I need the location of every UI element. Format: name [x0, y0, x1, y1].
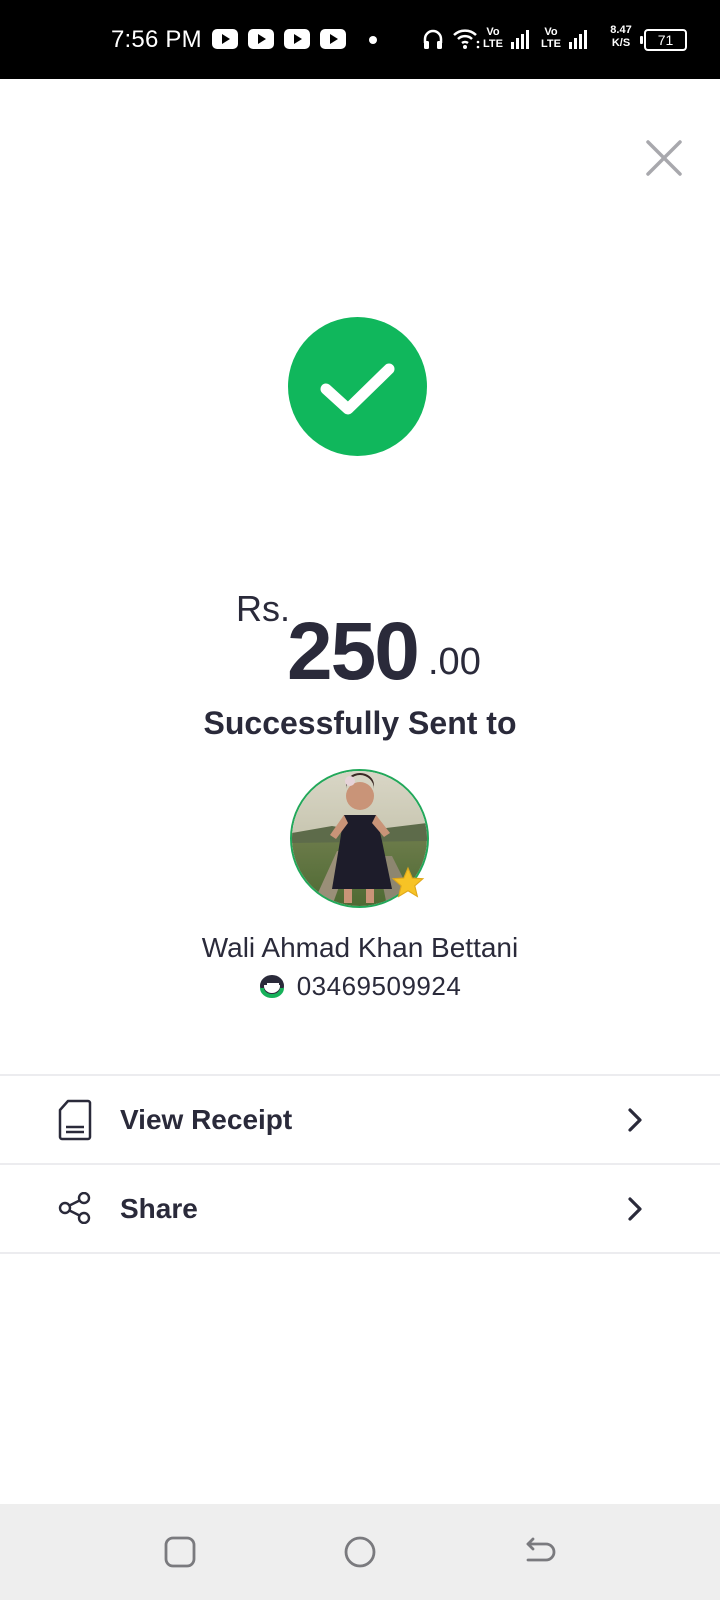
status-bar: 7:56 PM Vo LTE Vo LTE 8.47 K/S 71 — [0, 0, 720, 79]
back-icon[interactable] — [520, 1532, 560, 1572]
volte-label: Vo LTE — [541, 26, 561, 50]
more-notifications-dot-icon — [369, 36, 377, 44]
youtube-notification-icon — [212, 29, 238, 49]
wifi-icon — [453, 29, 480, 49]
amount-decimal: .00 — [428, 641, 481, 683]
youtube-notification-icon — [248, 29, 274, 49]
star-icon — [391, 866, 425, 898]
youtube-notification-icon — [320, 29, 346, 49]
amount-whole: 250 — [287, 606, 420, 697]
signal-icon — [511, 30, 529, 49]
share-label: Share — [120, 1193, 198, 1224]
network-speed-value: 8.47 — [610, 24, 632, 36]
close-icon[interactable] — [642, 136, 686, 180]
amount-currency: Rs. — [236, 588, 290, 629]
chevron-right-icon — [628, 1197, 642, 1221]
share-icon — [58, 1192, 91, 1224]
network-speed-unit: K/S — [611, 37, 631, 49]
recipient-phone-row: 03469509924 — [0, 968, 720, 1004]
easypaisa-logo-icon — [259, 975, 284, 998]
headset-icon — [423, 29, 443, 49]
transaction-success-screen: 7:56 PM Vo LTE Vo LTE 8.47 K/S 71 Rs. 25… — [0, 0, 720, 1600]
volte-label: Vo LTE — [483, 26, 503, 50]
battery-icon: 71 — [640, 29, 687, 51]
status-time: 7:56 PM — [111, 26, 202, 53]
divider — [0, 1252, 720, 1254]
receipt-icon — [58, 1099, 92, 1141]
chevron-right-icon — [628, 1108, 642, 1132]
sent-to-label: Successfully Sent to — [203, 705, 517, 741]
success-indicator — [288, 317, 427, 456]
system-navigation-bar — [0, 1504, 720, 1600]
view-receipt-label: View Receipt — [120, 1104, 293, 1135]
amount-display: Rs. 250 .00 — [0, 580, 720, 697]
share-button[interactable]: Share — [0, 1165, 720, 1251]
signal-icon — [569, 30, 587, 49]
recipient-name: Wali Ahmad Khan Bettani — [201, 932, 519, 963]
network-speed: 8.47 K/S — [606, 24, 636, 50]
view-receipt-button[interactable]: View Receipt — [0, 1076, 720, 1162]
home-icon[interactable] — [340, 1532, 380, 1572]
checkmark-icon — [320, 363, 395, 415]
youtube-notification-icon — [284, 29, 310, 49]
recents-icon[interactable] — [160, 1532, 200, 1572]
recipient-phone: 03469509924 — [296, 970, 462, 1001]
